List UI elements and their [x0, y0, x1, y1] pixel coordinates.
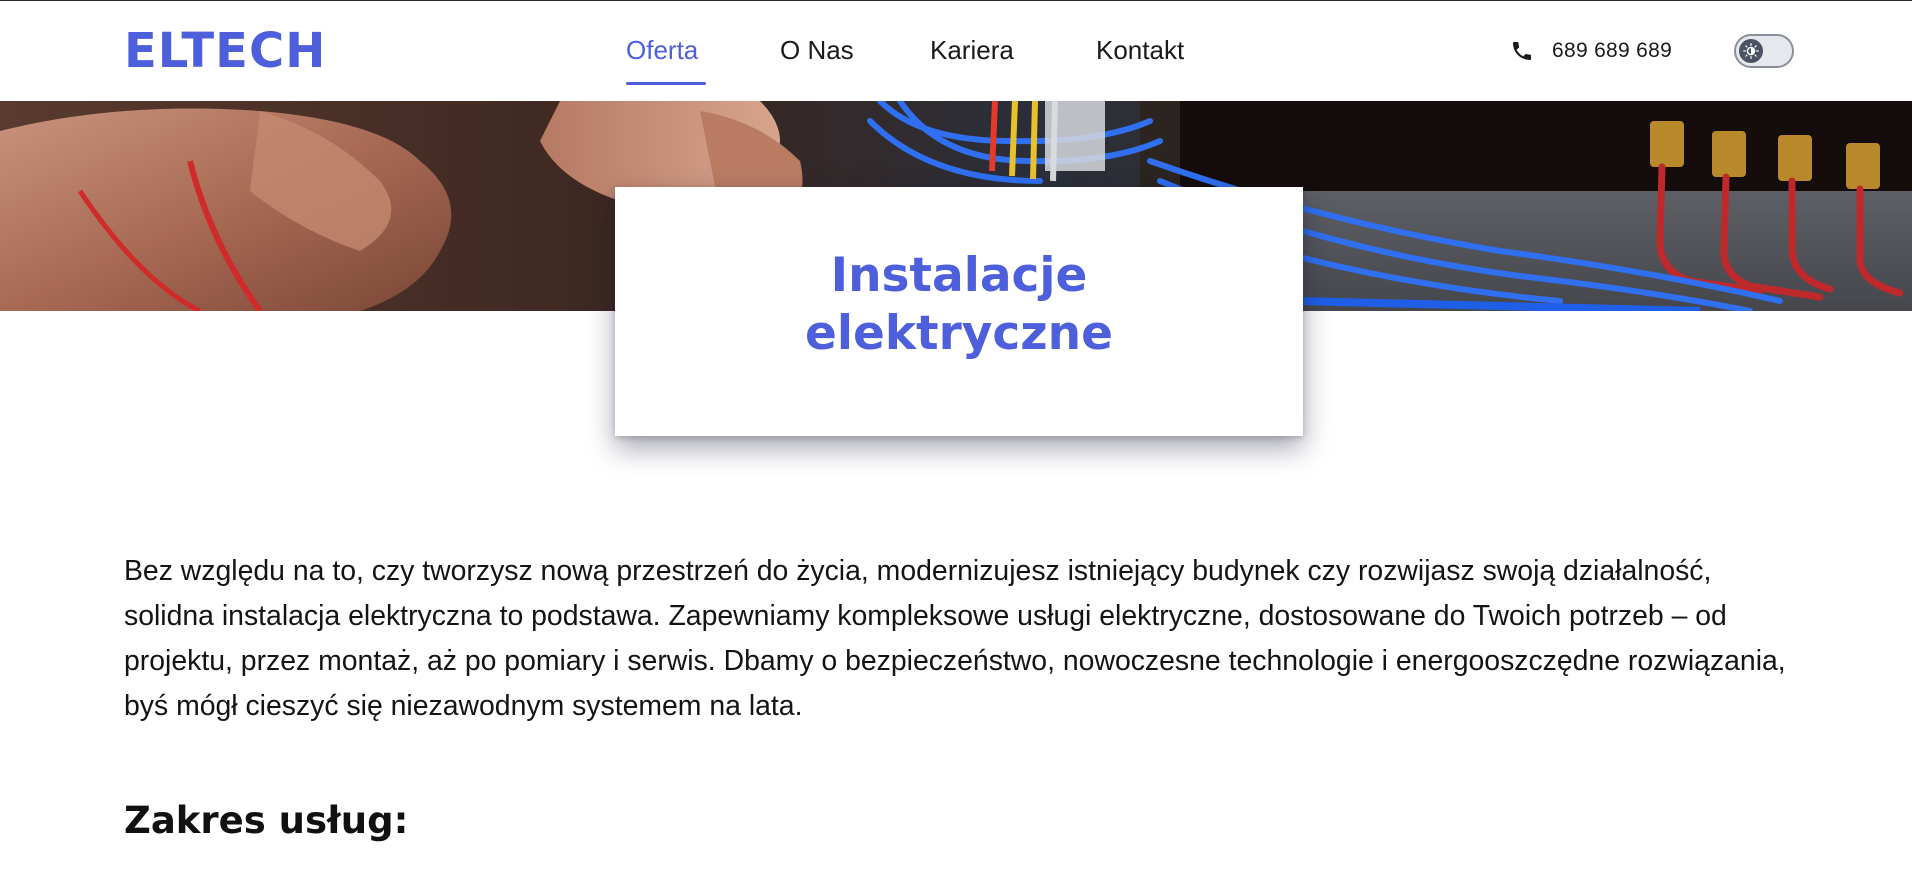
theme-toggle[interactable] — [1734, 34, 1794, 68]
intro-paragraph: Bez względu na to, czy tworzysz nową prz… — [124, 555, 1786, 722]
phone-number: 689 689 689 — [1552, 39, 1673, 62]
phone-link[interactable]: 689 689 689 — [1510, 35, 1672, 67]
page: ELTECH Oferta O Nas Kariera Kontakt 689 … — [0, 0, 1912, 872]
nav-item-oferta[interactable]: Oferta — [626, 1, 706, 101]
title-card: Instalacje elektryczne — [615, 187, 1303, 436]
nav-item-kontakt[interactable]: Kontakt — [1096, 1, 1196, 101]
toggle-knob — [1739, 39, 1763, 63]
brightness-icon — [1743, 43, 1759, 59]
logo[interactable]: ELTECH — [124, 23, 326, 79]
site-header: ELTECH Oferta O Nas Kariera Kontakt 689 … — [0, 1, 1912, 101]
section-heading: Zakres usług: — [124, 799, 409, 842]
nav-item-kariera[interactable]: Kariera — [930, 1, 1020, 101]
nav-item-o-nas[interactable]: O Nas — [780, 1, 856, 101]
page-title: Instalacje elektryczne — [805, 247, 1113, 361]
phone-icon — [1513, 42, 1531, 60]
main-nav: Oferta O Nas Kariera Kontakt — [626, 1, 1196, 101]
